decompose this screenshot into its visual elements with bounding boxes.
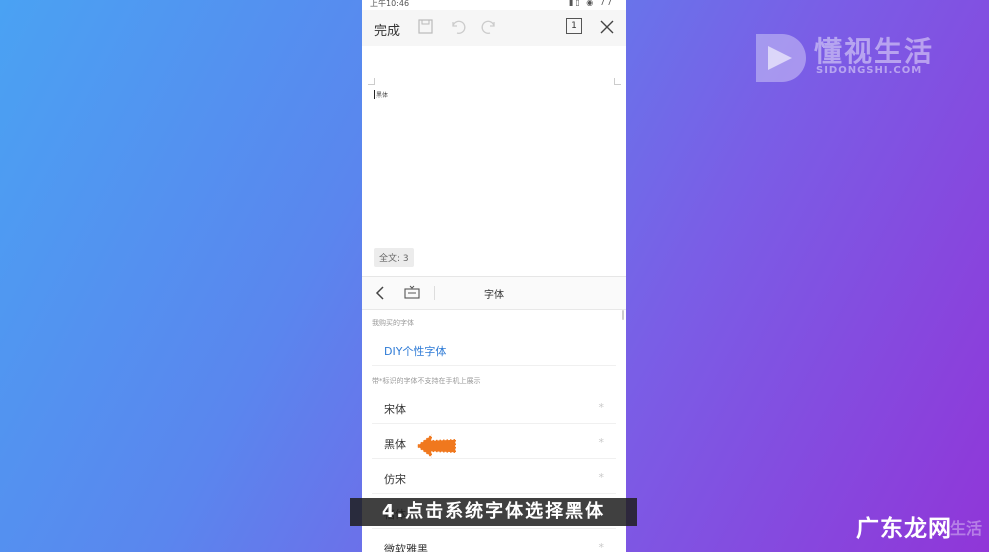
star-icon: * xyxy=(598,471,605,484)
save-icon[interactable] xyxy=(417,18,435,36)
star-icon: * xyxy=(598,436,605,449)
diy-font-label: DIY个性字体 xyxy=(384,345,447,358)
font-item-yahei[interactable]: 微软雅黑 * xyxy=(372,533,616,552)
undo-icon[interactable] xyxy=(449,18,467,36)
status-icons: ▮▯ ◉ 77 xyxy=(568,0,614,7)
font-item-fangsong[interactable]: 仿宋 * xyxy=(372,463,616,494)
system-fonts-note: 带*标识的字体不支持在手机上展示 xyxy=(372,377,481,385)
watermark-text: 广东龙网 xyxy=(856,516,952,542)
done-button[interactable]: 完成 xyxy=(374,20,400,39)
font-label: 宋体 xyxy=(384,403,406,416)
status-bar: 上午10:46 ▮▯ ◉ 77 xyxy=(362,0,626,10)
star-icon: * xyxy=(598,541,605,552)
font-item-songti[interactable]: 宋体 * xyxy=(372,393,616,424)
brand-name: 懂视生活 xyxy=(814,35,935,68)
diy-font-item[interactable]: DIY个性字体 xyxy=(372,335,616,366)
purchased-fonts-label: 我购买的字体 xyxy=(372,319,414,327)
close-icon[interactable] xyxy=(598,18,616,36)
font-item-heiti[interactable]: 黑体 * xyxy=(372,428,616,459)
watermark-faint-text: 生活 xyxy=(950,519,983,538)
status-time: 上午10:46 xyxy=(370,0,410,8)
editor-toolbar: 完成 1 xyxy=(362,10,626,46)
page-indicator[interactable]: 1 xyxy=(566,18,582,34)
font-panel-header: 字体 xyxy=(362,277,626,310)
font-label: 黑体 xyxy=(384,438,406,451)
brand-logo: 懂视生活 SIDONGSHI.COM xyxy=(752,28,952,86)
brand-url: SIDONGSHI.COM xyxy=(816,65,923,76)
battery-level: 77 xyxy=(599,0,614,7)
document-area[interactable]: 黑体 全文: 3 xyxy=(362,46,626,276)
font-label: 仿宋 xyxy=(384,473,406,486)
margin-mark xyxy=(614,78,621,85)
font-panel-title: 字体 xyxy=(484,290,504,301)
word-count-badge: 全文: 3 xyxy=(374,248,414,267)
step-caption: 4.点击系统字体选择黑体 xyxy=(350,498,637,526)
site-watermark: 广东龙网 生活 xyxy=(852,507,989,552)
play-logo-icon xyxy=(756,34,806,82)
redo-icon[interactable] xyxy=(480,18,498,36)
phone-screen: 上午10:46 ▮▯ ◉ 77 完成 1 黑体 全文: 3 字体 我购买的字体 … xyxy=(362,0,626,552)
scrollbar[interactable] xyxy=(622,310,624,320)
pointer-arrow-icon xyxy=(414,432,457,460)
star-icon: * xyxy=(598,401,605,414)
font-label: 微软雅黑 xyxy=(384,543,428,552)
margin-mark xyxy=(368,78,375,85)
document-text[interactable]: 黑体 xyxy=(374,90,388,99)
